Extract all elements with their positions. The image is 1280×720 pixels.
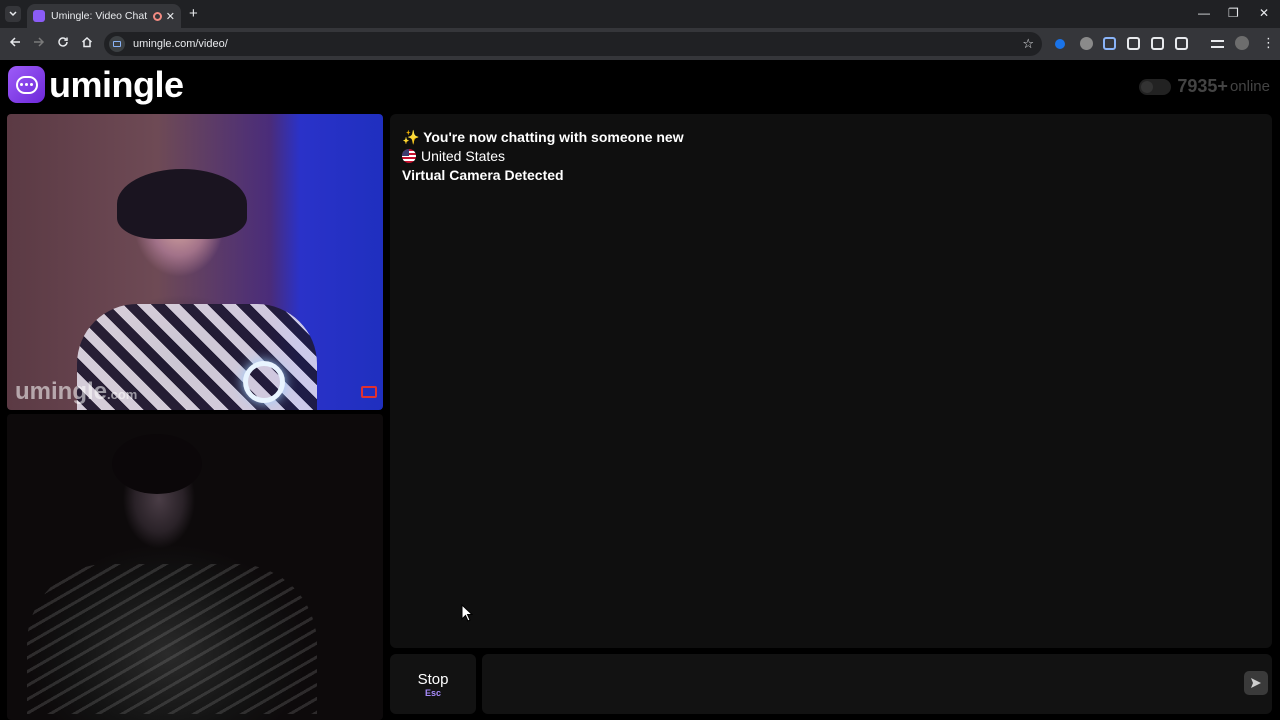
stranger-video: umingle.com xyxy=(7,114,383,410)
self-video-subject xyxy=(112,434,202,494)
umingle-page: umingle 7935+ online umingle.com ✨ You'r… xyxy=(0,60,1280,720)
watermark-main: umingle xyxy=(15,378,108,405)
chat-message-text: You're now chatting with someone new xyxy=(423,129,684,145)
country-text: United States xyxy=(421,148,506,164)
self-video-clothing xyxy=(27,564,317,714)
send-button[interactable] xyxy=(1244,671,1268,695)
browser-tab-bar: Umingle: Video Chat with S ✕ + — ❐ ✕ xyxy=(0,0,1280,28)
recording-icon xyxy=(152,11,162,21)
close-window-button[interactable]: ✕ xyxy=(1259,6,1269,20)
extensions-puzzle-icon[interactable] xyxy=(1175,37,1188,50)
home-icon[interactable] xyxy=(81,35,93,51)
browser-tab-active[interactable]: Umingle: Video Chat with S ✕ xyxy=(27,4,181,28)
more-menu-icon[interactable]: ⋮ xyxy=(1262,35,1275,51)
extension-translate-icon[interactable] xyxy=(1103,37,1116,50)
umingle-logo-icon[interactable] xyxy=(8,66,45,103)
chat-message-warning: Virtual Camera Detected xyxy=(402,167,564,183)
address-bar[interactable]: umingle.com/video/ ☆ xyxy=(104,32,1042,56)
extension-circle-icon[interactable] xyxy=(1080,37,1093,50)
browser-toolbar: umingle.com/video/ ☆ ⋮ xyxy=(0,28,1280,60)
restore-button[interactable]: ❐ xyxy=(1228,6,1239,20)
report-flag-icon[interactable] xyxy=(361,386,377,398)
media-control-icon[interactable] xyxy=(1211,40,1224,48)
chat-message-system: ✨ You're now chatting with someone new xyxy=(402,128,1260,147)
logo-wordmark[interactable]: umingle xyxy=(49,64,184,106)
extension-grid-icon[interactable] xyxy=(1127,37,1140,50)
url-text: umingle.com/video/ xyxy=(133,38,228,50)
self-video xyxy=(7,414,383,720)
extension-screenshot-icon[interactable] xyxy=(1151,37,1164,50)
chevron-down-icon xyxy=(9,11,17,17)
stop-label: Stop xyxy=(417,670,449,688)
send-arrow-icon xyxy=(1251,678,1261,688)
minimize-button[interactable]: — xyxy=(1198,6,1210,20)
stop-shortcut-hint: Esc xyxy=(424,687,441,698)
online-label: online xyxy=(1229,78,1270,95)
online-counter: 7935+ online xyxy=(1139,76,1270,97)
extension-audio-icon[interactable] xyxy=(1055,39,1065,49)
chat-log: ✨ You're now chatting with someone new U… xyxy=(390,114,1272,648)
us-flag-icon xyxy=(402,149,416,163)
ring-light xyxy=(243,361,285,403)
reload-icon[interactable] xyxy=(57,35,69,51)
chat-message-country: United States xyxy=(402,147,1260,166)
stop-button[interactable]: Stop Esc xyxy=(390,654,476,714)
tab-title: Umingle: Video Chat with S xyxy=(51,10,149,22)
tab-search-button[interactable] xyxy=(5,6,21,22)
online-toggle[interactable] xyxy=(1139,78,1172,95)
video-subject xyxy=(117,169,247,239)
watermark-suffix: .com xyxy=(107,387,138,402)
profile-avatar[interactable] xyxy=(1235,36,1249,50)
sparkles-icon: ✨ xyxy=(402,129,420,145)
message-input[interactable] xyxy=(482,654,1272,714)
forward-arrow-icon[interactable] xyxy=(33,35,45,51)
site-info-icon[interactable] xyxy=(109,36,125,52)
tab-close-icon[interactable]: ✕ xyxy=(166,10,175,23)
bookmark-star-icon[interactable]: ☆ xyxy=(1022,36,1034,52)
online-count: 7935+ xyxy=(1177,76,1228,96)
mouse-cursor-icon xyxy=(461,604,473,622)
new-tab-button[interactable]: + xyxy=(189,5,198,22)
umingle-favicon-icon xyxy=(33,10,45,22)
video-watermark: umingle.com xyxy=(15,378,137,406)
back-arrow-icon[interactable] xyxy=(9,35,21,51)
